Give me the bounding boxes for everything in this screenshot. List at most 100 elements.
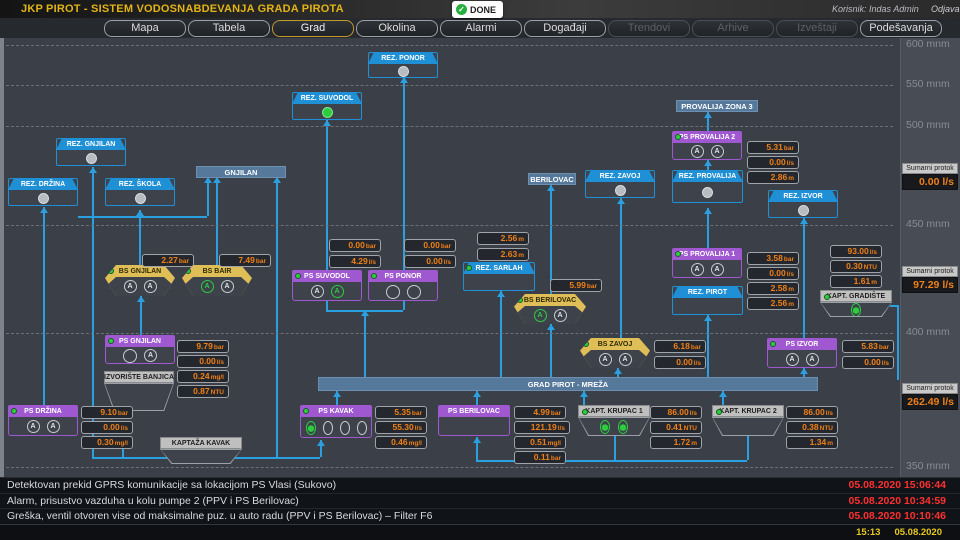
pump-idle-icon[interactable] [123,349,137,363]
node-bs-bair[interactable]: BS BAIRAA [182,265,252,296]
node-ps-kavak[interactable]: PS KAVAK [300,405,372,438]
pump-icon[interactable]: A [619,353,632,366]
measurement-value: 0.00 [103,422,120,433]
elevation-label: 500 mnm [906,119,950,131]
node-ps-ponor[interactable]: PS PONOR [368,270,438,301]
node-ps-provalija-1[interactable]: PS PROVALIJA 1AA [672,248,742,278]
node-rez-pirot[interactable]: REZ. PIROT [672,286,743,315]
pump-icon[interactable]: A [311,285,324,298]
node-ps-provalija-2[interactable]: PS PROVALIJA 2 AA [672,131,742,160]
measurement-unit: l/s [121,425,128,432]
value-box: 2.56m [747,297,799,310]
measurement-value: 0.00 [423,240,440,251]
node-bs-berilovac[interactable]: BS BERILOVACAA [514,294,586,324]
node-ps-dr-ina[interactable]: PS DRŽINAAA [8,405,78,436]
node-ps-gnjilan[interactable]: PS GNJILANA [105,335,175,364]
node-rez-suvodol[interactable]: REZ. SUVODOL [292,92,362,120]
node-bs-zavoj[interactable]: BS ZAVOJ AA [580,338,650,368]
node-body [673,298,742,315]
well-pump-icon[interactable] [340,421,350,435]
pump-icon[interactable]: A [144,349,157,362]
elevation-gridline [6,85,893,86]
well-pump-running-icon[interactable] [306,421,316,435]
node-body [579,418,649,435]
measurement-value: 0.00 [864,357,881,368]
pipe-line [614,435,616,460]
node-ps-suvodol[interactable]: PS SUVODOLAA [292,270,362,301]
node-rez-izvor[interactable]: REZ. IZVOR [768,190,838,218]
value-box: 0.11bar [514,451,566,464]
node-body: AA [768,350,836,368]
measurement-unit: bar [691,344,701,351]
node-label: BS ZAVOJ [598,341,633,348]
node-kapt-krupac-2[interactable]: KAPT. KRUPAC 2 [712,405,784,436]
pump-running-icon[interactable]: A [331,285,344,298]
sum-flow-label-1: Sumarni protok [902,163,958,174]
alarm-list: Detektovan prekid GPRS komunikacije sa l… [0,477,960,524]
node-rez-dr-ina[interactable]: REZ. DRŽINA [8,178,78,206]
zone-label-gnjilan: GNJILAN [196,166,286,178]
pump-idle-icon[interactable] [407,285,421,299]
node-izvori-te-banjica[interactable]: IZVORIŠTE BANJICA [104,371,174,411]
node-rez-provalija[interactable]: REZ. PROVALIJA [672,170,743,203]
pump-icon[interactable]: A [599,353,612,366]
pump-running-icon[interactable]: A [201,280,214,293]
well-pump-running-icon[interactable] [851,303,861,317]
pump-icon[interactable]: A [144,280,157,293]
node-rez-gnjilan[interactable]: REZ. GNJILAN [56,138,126,166]
pump-icon[interactable]: A [711,263,724,276]
pump-icon[interactable]: A [47,420,60,433]
node-header: PS BERILOVAC [438,405,510,417]
clock-time: 15:13 [856,527,880,538]
value-box: 4.99bar [514,406,566,419]
node-header: KAPT. KRUPAC 2 [712,405,784,417]
value-box: 55.30l/s [375,421,427,434]
node-rez-ponor[interactable]: REZ. PONOR [368,52,438,78]
node-rez-zavoj[interactable]: REZ. ZAVOJ [585,170,655,198]
alarm-row-3[interactable]: Greška, ventil otvoren vise od maksimaln… [0,509,960,525]
measurement-value: 5.35 [394,407,411,418]
well-pump-icon[interactable] [357,421,367,435]
pump-icon[interactable]: A [691,145,704,158]
pump-running-icon[interactable]: A [534,309,547,322]
flow-arrow-icon [704,315,712,321]
node-body: AA [673,260,741,278]
node-ps-berilovac[interactable]: PS BERILOVAC [438,405,510,436]
pipe-line [550,324,552,377]
pump-icon[interactable]: A [691,263,704,276]
node-kapta-a-kavak[interactable]: KAPTAŽA KAVAK [160,437,242,464]
status-dot-icon [108,268,114,274]
measurement-value: 3.58 [766,253,783,264]
well-pump-icon[interactable] [323,421,333,435]
node-bs-gnjilan[interactable]: BS GNJILANAA [105,265,175,296]
node-label: REZ. ZAVOJ [600,173,641,180]
node-kapt-gradi-te[interactable]: KAPT. GRADIŠTE [820,290,892,317]
pump-icon[interactable]: A [711,145,724,158]
pump-icon[interactable]: A [806,353,819,366]
pipe-line [364,310,366,377]
node-rez-kola[interactable]: REZ. ŠKOLA [105,178,175,206]
pump-idle-icon[interactable] [386,285,400,299]
pipe-line [550,185,552,294]
node-kapt-krupac-1[interactable]: KAPT. KRUPAC 1 [578,405,650,436]
status-dot-icon [675,134,681,140]
node-ps-izvor[interactable]: PS IZVORAA [767,338,837,368]
measurement-unit: m [518,236,524,243]
measurement-value: 0.24 [193,371,210,382]
node-label: PS PROVALIJA 2 [679,134,735,141]
well-pump-running-icon[interactable] [618,420,628,434]
flow-arrow-icon [719,391,727,397]
well-pump-running-icon[interactable] [600,420,610,434]
measurement-value: 86.00 [803,407,824,418]
node-label: REZ. SUVODOL [301,95,354,102]
value-box: 0.00bar [329,239,381,252]
pump-icon[interactable]: A [27,420,40,433]
node-rez-sarlah[interactable]: REZ. SARLAH [463,262,535,291]
measurement-value: 0.41 [666,422,683,433]
alarm-row-2[interactable]: Alarm, prisustvo vazduha u kolu pumpe 2 … [0,494,960,510]
pump-icon[interactable]: A [554,309,567,322]
pump-icon[interactable]: A [221,280,234,293]
pump-icon[interactable]: A [786,353,799,366]
alarm-row-1[interactable]: Detektovan prekid GPRS komunikacije sa l… [0,478,960,494]
pump-icon[interactable]: A [124,280,137,293]
